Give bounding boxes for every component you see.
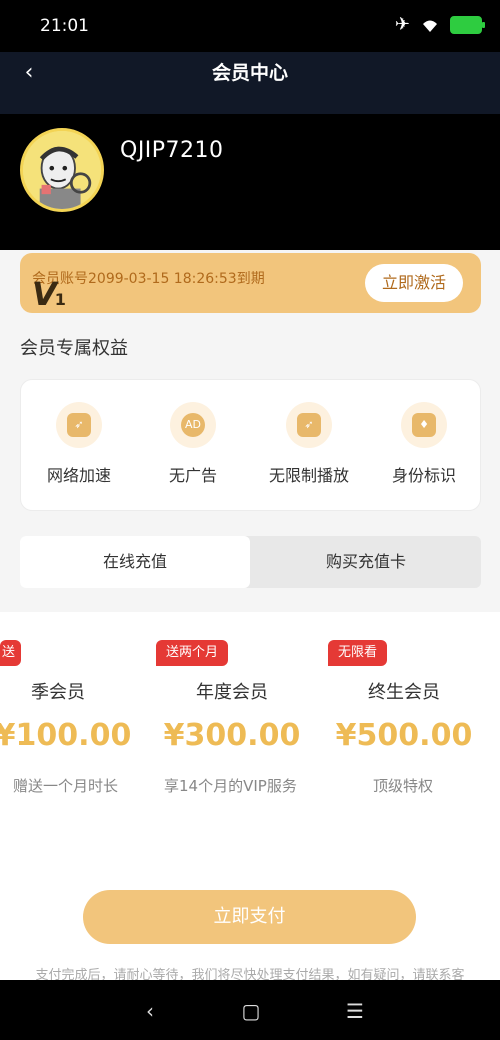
back-triangle-icon: ‹ (146, 999, 154, 1023)
benefit-label: 无限制播放 (268, 466, 349, 485)
avatar[interactable] (20, 128, 104, 212)
benefit-network-speedup[interactable]: ➶ 网络加速 (29, 402, 129, 486)
vip-badge-letter: V (32, 275, 57, 313)
benefit-label: 身份标识 (391, 466, 456, 485)
tab-buy-recharge-card[interactable]: 购买充值卡 (251, 536, 481, 588)
benefits-title: 会员专属权益 (20, 338, 128, 359)
plan-desc: 顶级特权 (372, 777, 433, 795)
plan-name: 季会员 (31, 682, 85, 703)
plan-price: ¥300.00 (163, 718, 301, 753)
benefit-identity-mark[interactable]: ♦ 身份标识 (374, 402, 474, 486)
battery-icon (450, 16, 485, 34)
plan-card-lifetime[interactable]: 无限看 终生会员 ¥500.00 顶级特权 (328, 640, 488, 840)
vip-badge-level: 1 (54, 290, 66, 309)
diamond-icon: ♦ (401, 402, 447, 448)
status-icons: ✈ (394, 14, 485, 36)
plan-card-quarterly[interactable]: 送 季会员 ¥100.00 赠送一个月时长 (0, 640, 131, 840)
status-bar: 21:01 ✈ (0, 0, 500, 52)
rocket-icon: ➶ (56, 402, 102, 448)
page-title: 会员中心 (211, 62, 288, 84)
plan-tag-text: 送 (2, 645, 16, 660)
plan-price: ¥500.00 (335, 718, 473, 753)
home-square-icon: ▢ (241, 999, 261, 1023)
recharge-tabs: 在线充值 购买充值卡 (20, 536, 481, 588)
system-nav-bar: ‹ ▢ ☰ (0, 980, 500, 1040)
tab-online-recharge[interactable]: 在线充值 (20, 536, 250, 588)
status-time: 21:01 (40, 16, 89, 36)
benefit-unlimited-play[interactable]: ➶ 无限制播放 (259, 402, 359, 486)
no-ad-icon: AD (170, 402, 216, 448)
airplane-mode-icon: ✈ (394, 14, 410, 35)
benefit-no-ads[interactable]: AD 无广告 (143, 402, 243, 486)
plan-name: 年度会员 (196, 682, 268, 703)
membership-card: 会员账号2099-03-15 18:26:53到期 V1 立即激活 (20, 253, 481, 313)
nav-bar: ‹ 会员中心 (0, 52, 500, 114)
plan-card-annual[interactable]: 送两个月 年度会员 ¥300.00 享14个月的VIP服务 (156, 640, 316, 840)
system-back-button[interactable]: ‹ (135, 996, 165, 1026)
benefit-label: 无广告 (168, 466, 217, 485)
expire-text: 会员账号2099-03-15 18:26:53到期 (32, 271, 265, 287)
activate-button[interactable]: 立即激活 (365, 264, 463, 302)
avatar-image (23, 131, 101, 209)
plan-tag: 送 (0, 640, 22, 666)
plan-tag: 无限看 (328, 640, 388, 666)
profile-header: QJIP7210 (0, 114, 500, 250)
vip-level-badge: V1 (32, 275, 66, 313)
plan-name: 终生会员 (368, 682, 440, 703)
username: QJIP7210 (120, 138, 224, 163)
benefits-card: ➶ 网络加速 AD 无广告 ➶ 无限制播放 ♦ 身份标识 (20, 379, 481, 511)
rocket-icon: ➶ (286, 402, 332, 448)
wifi-icon (420, 16, 440, 34)
system-menu-button[interactable]: ☰ (340, 996, 370, 1026)
system-home-button[interactable]: ▢ (236, 996, 266, 1026)
benefit-label: 网络加速 (46, 466, 111, 485)
menu-icon: ☰ (346, 999, 364, 1023)
pay-now-button[interactable]: 立即支付 (83, 890, 416, 944)
plan-desc: 享14个月的VIP服务 (164, 777, 297, 795)
plan-price: ¥100.00 (0, 718, 132, 753)
plan-desc: 赠送一个月时长 (13, 777, 119, 795)
plan-tag: 送两个月 (156, 640, 229, 666)
